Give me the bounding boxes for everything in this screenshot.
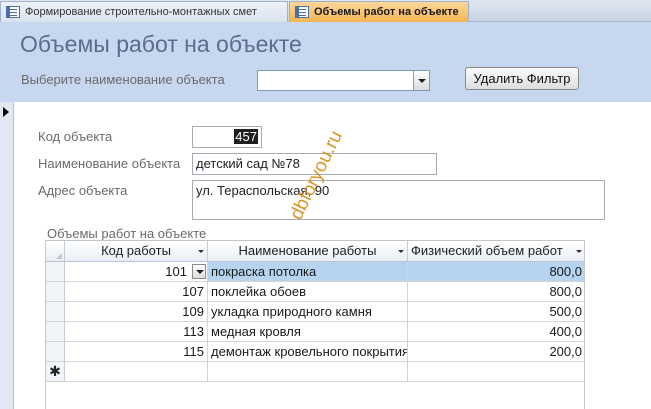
remove-filter-button[interactable]: Удалить Фильтр [465,67,579,90]
tab-work-volumes[interactable]: Объемы работ на объекте [289,1,469,22]
work-code-cell[interactable]: 115 [65,342,208,361]
work-code-cell[interactable]: 113 [65,322,208,341]
tab-estimates-label: Формирование строительно-монтажных смет [25,6,257,18]
column-header-label: Физический объем работ [411,243,563,258]
object-code-label: Код объекта [38,129,113,144]
tab-estimates[interactable]: Формирование строительно-монтажных смет [0,1,288,22]
row-selector[interactable] [46,302,65,321]
subform-label: Объемы работ на объекте [47,226,207,241]
tab-work-volumes-label: Объемы работ на объекте [314,6,459,18]
volume-cell[interactable]: 400,0 [408,322,584,341]
record-selector[interactable] [0,102,14,409]
object-select-label: Выберите наименование объекта [21,72,225,87]
new-record-row[interactable]: ✱ [46,362,584,382]
work-name-cell[interactable]: демонтаж кровельного покрытия [208,342,408,361]
new-record-icon[interactable]: ✱ [46,362,65,381]
form-icon [6,6,20,18]
work-code-cell[interactable]: 109 [65,302,208,321]
work-code-value: 101 [165,264,187,279]
object-name-label: Наименование объекта [38,156,181,171]
table-row[interactable]: 115 демонтаж кровельного покрытия 200,0 [46,342,584,362]
work-name-cell[interactable]: медная кровля [208,322,408,341]
column-header-volume[interactable]: Физический объем работ [408,241,584,261]
select-all-corner[interactable] [46,241,65,261]
table-row[interactable]: 101 покраска потолка 800,0 [46,262,584,282]
chevron-down-icon[interactable] [413,71,429,90]
column-header-work-code[interactable]: Код работы [65,241,208,261]
row-selector[interactable] [46,282,65,301]
object-code-field[interactable]: 457 [192,126,262,148]
volume-cell[interactable]: 200,0 [408,342,584,361]
work-volumes-datasheet: Код работы Наименование работы Физически… [45,240,585,409]
work-name-cell[interactable]: поклейка обоев [208,282,408,301]
form-icon [295,6,309,18]
document-tab-bar: Формирование строительно-монтажных смет … [0,0,651,22]
column-header-work-name[interactable]: Наименование работы [208,241,408,261]
table-row[interactable]: 107 поклейка обоев 800,0 [46,282,584,302]
work-name-cell[interactable] [208,362,408,381]
work-name-cell[interactable]: покраска потолка [208,262,408,281]
chevron-down-icon[interactable] [192,264,206,279]
object-address-label: Адрес объекта [38,183,128,198]
object-code-value: 457 [234,129,258,144]
row-selector[interactable] [46,342,65,361]
current-record-arrow-icon [3,107,9,117]
row-selector[interactable] [46,262,65,281]
table-row[interactable]: 109 укладка природного камня 500,0 [46,302,584,322]
datasheet-header: Код работы Наименование работы Физически… [46,241,584,262]
work-code-cell[interactable] [65,362,208,381]
volume-cell[interactable]: 800,0 [408,262,584,281]
sort-arrow-icon[interactable] [398,250,404,253]
volume-cell[interactable]: 800,0 [408,282,584,301]
page-title: Объемы работ на объекте [20,31,302,57]
work-name-cell[interactable]: укладка природного камня [208,302,408,321]
sort-arrow-icon[interactable] [576,250,582,253]
work-code-cell[interactable]: 101 [65,262,208,281]
object-address-field[interactable]: ул. Тераспольская, 90 [192,180,605,220]
column-header-label: Наименование работы [238,243,377,258]
form-header: Объемы работ на объекте Выберите наимено… [0,22,651,102]
work-code-cell[interactable]: 107 [65,282,208,301]
column-header-label: Код работы [101,243,171,258]
sort-arrow-icon[interactable] [198,250,204,253]
table-row[interactable]: 113 медная кровля 400,0 [46,322,584,342]
volume-cell[interactable] [408,362,584,381]
volume-cell[interactable]: 500,0 [408,302,584,321]
object-select-combobox[interactable] [257,70,430,91]
row-selector[interactable] [46,322,65,341]
